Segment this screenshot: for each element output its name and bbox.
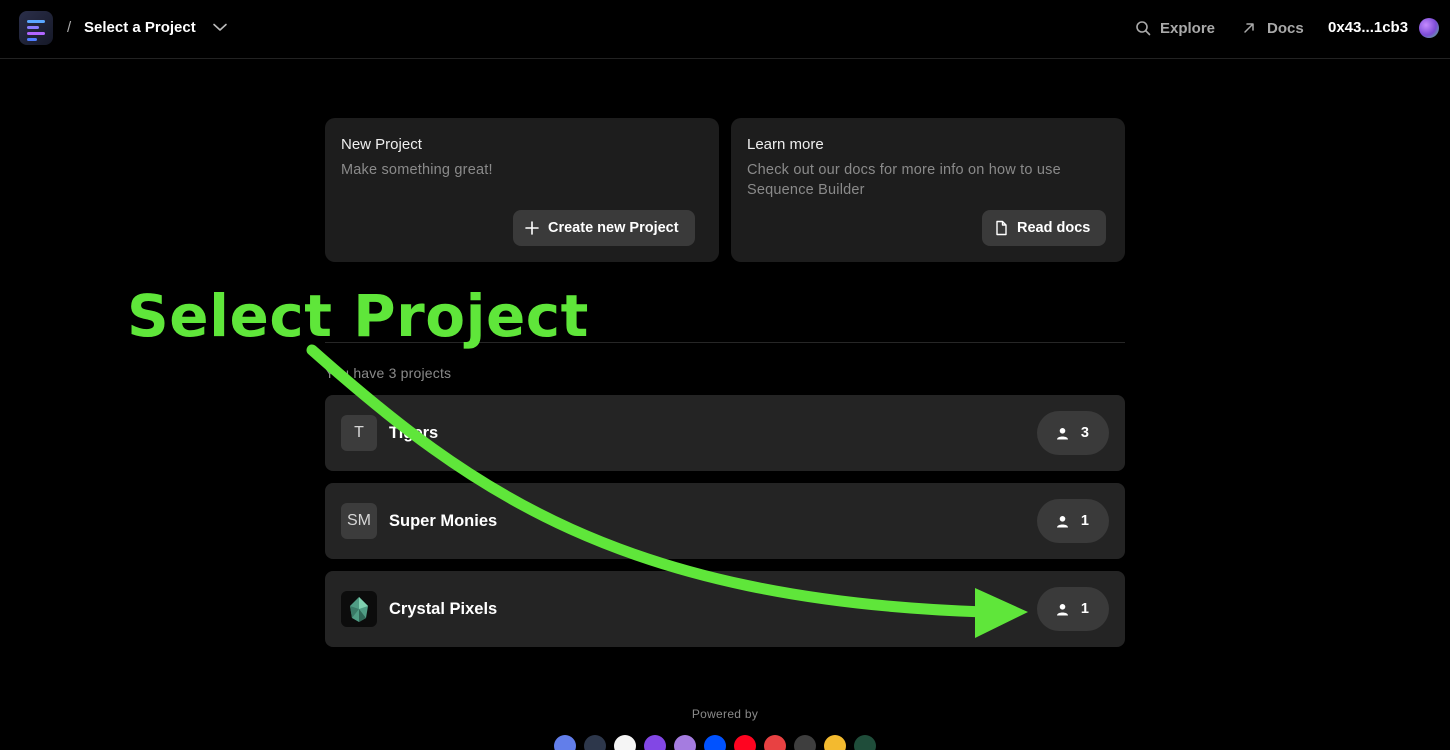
user-icon <box>1056 515 1068 527</box>
read-docs-button[interactable]: Read docs <box>982 210 1107 246</box>
card-title: Learn more <box>747 136 824 153</box>
annotation-label: Select Project <box>127 282 589 350</box>
chain-icons-row <box>554 735 876 750</box>
document-icon <box>996 220 1007 236</box>
card-description: Make something great! <box>341 162 493 178</box>
learn-more-card: Learn more Check out our docs for more i… <box>731 118 1125 262</box>
base-icon <box>704 735 726 750</box>
explore-link[interactable]: Explore <box>1135 18 1215 38</box>
sequence-logo-icon[interactable] <box>19 11 53 45</box>
create-new-project-button[interactable]: Create new Project <box>513 210 695 246</box>
breadcrumb-separator: / <box>67 19 72 36</box>
members-count: 1 <box>1080 601 1089 617</box>
projects-count: You have 3 projects <box>325 365 452 381</box>
button-label: Create new Project <box>548 220 679 236</box>
project-row[interactable]: SM Super Monies 1 <box>325 483 1125 559</box>
chevron-down-icon[interactable] <box>211 18 229 36</box>
project-name: Crystal Pixels <box>389 600 498 618</box>
new-project-card: New Project Make something great! Create… <box>325 118 719 262</box>
docs-label: Docs <box>1267 19 1304 37</box>
optimism-icon <box>734 735 756 750</box>
project-name: Tigers <box>389 424 439 442</box>
avalanche-icon <box>764 735 786 750</box>
crystal-icon <box>350 597 368 622</box>
explore-label: Explore <box>1160 19 1216 37</box>
wallet-address[interactable]: 0x43...1cb3 <box>1328 19 1408 36</box>
members-badge[interactable]: 1 <box>1036 499 1109 543</box>
top-bar: / Select a Project Explore Docs 0x43...1… <box>0 0 1450 59</box>
docs-link[interactable]: Docs <box>1242 18 1304 38</box>
xai-icon <box>854 735 876 750</box>
arbitrum-icon <box>584 735 606 750</box>
polygon-icon <box>644 735 666 750</box>
members-badge[interactable]: 3 <box>1036 411 1109 455</box>
wallet-avatar[interactable] <box>1419 18 1439 38</box>
project-row[interactable]: Crystal Pixels 1 <box>325 571 1125 647</box>
project-avatar: SM <box>341 503 377 539</box>
powered-by-label: Powered by <box>691 707 759 721</box>
arbitrum-nova-icon <box>614 735 636 750</box>
button-label: Read docs <box>1017 220 1091 236</box>
project-row[interactable]: T Tigers 3 <box>325 395 1125 471</box>
gnosis-icon <box>794 735 816 750</box>
user-icon <box>1056 427 1068 439</box>
members-count: 3 <box>1080 425 1089 441</box>
crystal-project-image <box>341 591 377 627</box>
ethereum-icon <box>554 735 576 750</box>
bnb-icon <box>824 735 846 750</box>
card-title: New Project <box>341 136 422 153</box>
project-selector-label[interactable]: Select a Project <box>84 19 196 36</box>
project-avatar: T <box>341 415 377 451</box>
polygon-zkevm-icon <box>674 735 696 750</box>
arrow-up-right-icon <box>1244 23 1254 33</box>
members-count: 1 <box>1080 513 1089 529</box>
members-badge[interactable]: 1 <box>1036 587 1109 631</box>
user-icon <box>1056 603 1068 615</box>
search-icon <box>1136 21 1151 36</box>
card-description: Check out our docs for more info on how … <box>747 162 1061 198</box>
plus-icon <box>525 221 539 235</box>
project-name: Super Monies <box>389 512 498 530</box>
